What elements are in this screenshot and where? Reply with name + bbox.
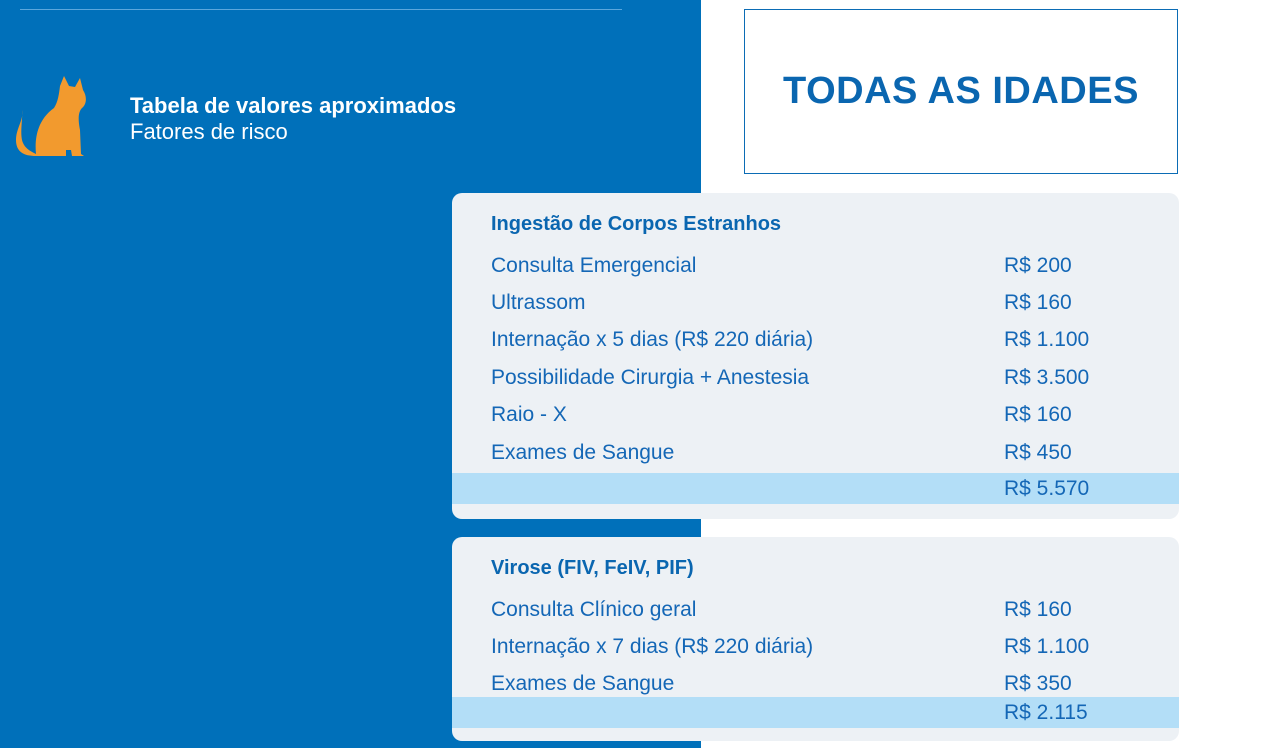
row-price: R$ 200: [1004, 254, 1072, 277]
row-price: R$ 350: [1004, 672, 1072, 695]
age-group-box: TODAS AS IDADES: [744, 9, 1178, 174]
price-row: Internação x 7 dias (R$ 220 diária) R$ 1…: [452, 627, 1179, 664]
row-price: R$ 1.100: [1004, 635, 1090, 658]
price-card-foreign-body: Ingestão de Corpos Estranhos Consulta Em…: [452, 193, 1179, 519]
price-row: Consulta Emergencial R$ 200: [452, 246, 1179, 283]
price-row: Consulta Clínico geral R$ 160: [452, 590, 1179, 627]
page-subtitle: Fatores de risco: [130, 119, 288, 144]
row-item: Internação x 5 dias (R$ 220 diária): [491, 328, 814, 351]
total-price: R$ 2.115: [1004, 701, 1088, 724]
total-price: R$ 5.570: [1004, 477, 1090, 500]
row-price: R$ 450: [1004, 441, 1072, 464]
cat-icon: [16, 76, 86, 156]
price-row: Exames de Sangue R$ 350: [452, 664, 1179, 701]
row-item: Exames de Sangue: [491, 441, 675, 464]
row-price: R$ 160: [1004, 403, 1072, 426]
row-price: R$ 160: [1004, 291, 1072, 314]
row-item: Ultrassom: [491, 291, 586, 314]
price-row: Possibilidade Cirurgia + Anestesia R$ 3.…: [452, 358, 1179, 395]
card-title: Virose (FIV, FeIV, PIF): [491, 557, 694, 579]
price-row: Exames de Sangue R$ 450: [452, 433, 1179, 470]
price-card-virus: Virose (FIV, FeIV, PIF) Consulta Clínico…: [452, 537, 1179, 741]
divider: [20, 9, 622, 10]
price-row: Raio - X R$ 160: [452, 395, 1179, 432]
row-price: R$ 3.500: [1004, 366, 1090, 389]
row-item: Consulta Clínico geral: [491, 598, 697, 621]
total-row: R$ 2.115: [452, 697, 1179, 728]
price-row: Internação x 5 dias (R$ 220 diária) R$ 1…: [452, 320, 1179, 357]
card-title: Ingestão de Corpos Estranhos: [491, 213, 782, 235]
row-item: Consulta Emergencial: [491, 254, 697, 277]
row-item: Raio - X: [491, 403, 567, 426]
row-price: R$ 160: [1004, 598, 1072, 621]
row-item: Possibilidade Cirurgia + Anestesia: [491, 366, 810, 389]
row-item: Exames de Sangue: [491, 672, 675, 695]
page-title: Tabela de valores aproximados: [130, 93, 457, 118]
row-price: R$ 1.100: [1004, 328, 1090, 351]
price-row: Ultrassom R$ 160: [452, 283, 1179, 320]
header: Tabela de valores aproximados Fatores de…: [130, 93, 456, 145]
row-item: Internação x 7 dias (R$ 220 diária): [491, 635, 814, 658]
total-row: R$ 5.570: [452, 473, 1179, 504]
age-group-label: TODAS AS IDADES: [783, 70, 1139, 112]
